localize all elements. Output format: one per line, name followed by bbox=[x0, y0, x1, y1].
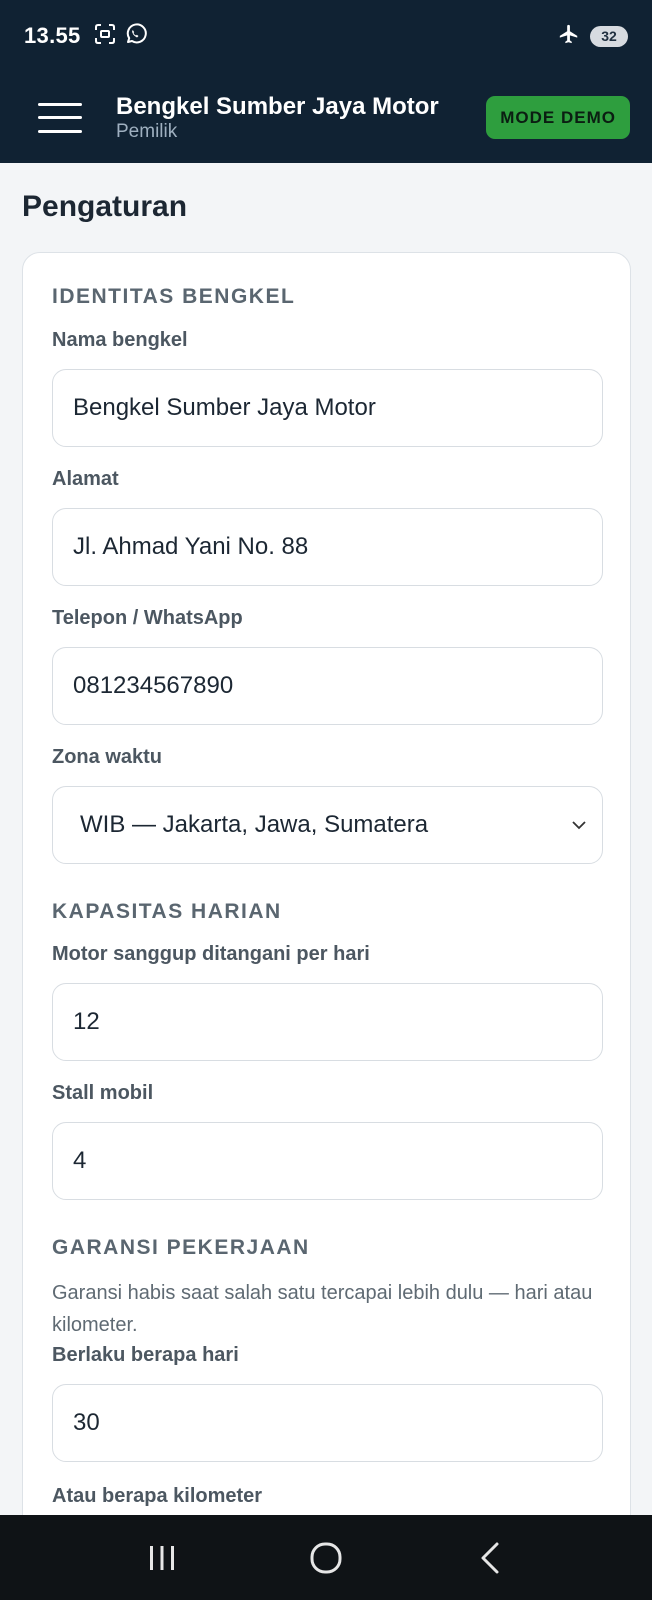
page-title: Pengaturan bbox=[22, 190, 188, 223]
demo-mode-button[interactable]: MODE DEMO bbox=[486, 96, 630, 139]
garansi-help-text: Garansi habis saat salah satu tercapai l… bbox=[52, 1282, 593, 1336]
battery-icon: 32 bbox=[590, 25, 628, 47]
label-motor-per-hari: Motor sanggup ditangani per hari bbox=[52, 943, 370, 965]
status-time: 13.55 bbox=[24, 23, 81, 48]
label-garansi-km: Atau berapa kilometer bbox=[52, 1485, 263, 1507]
app-title: Bengkel Sumber Jaya Motor bbox=[116, 92, 439, 120]
status-system-icons: 32 bbox=[558, 23, 628, 50]
label-stall-mobil: Stall mobil bbox=[52, 1082, 154, 1104]
input-garansi-hari[interactable] bbox=[52, 1384, 603, 1462]
app-subtitle-role: Pemilik bbox=[116, 120, 178, 142]
input-motor-per-hari[interactable] bbox=[52, 983, 603, 1061]
input-stall-mobil[interactable] bbox=[52, 1122, 603, 1200]
airplane-icon bbox=[558, 23, 580, 50]
select-zona-waktu[interactable]: WIB — Jakarta, Jawa, Sumatera bbox=[52, 786, 603, 864]
label-nama-bengkel: Nama bengkel bbox=[52, 329, 188, 351]
section-title-kapasitas: KAPASITAS HARIAN bbox=[52, 900, 282, 923]
input-telepon[interactable] bbox=[52, 647, 603, 725]
label-telepon: Telepon / WhatsApp bbox=[52, 607, 243, 629]
status-notification-icons bbox=[93, 22, 147, 51]
label-garansi-hari: Berlaku berapa hari bbox=[52, 1344, 239, 1366]
select-zona-waktu-value: WIB — Jakarta, Jawa, Sumatera bbox=[80, 811, 429, 838]
system-nav-bar bbox=[0, 1515, 652, 1600]
app-header: Bengkel Sumber Jaya Motor Pemilik MODE D… bbox=[0, 72, 652, 163]
recent-apps-icon[interactable] bbox=[132, 1528, 192, 1588]
label-zona-waktu: Zona waktu bbox=[52, 746, 163, 768]
section-title-identitas: IDENTITAS BENGKEL bbox=[52, 285, 296, 308]
app-titles: Bengkel Sumber Jaya Motor Pemilik bbox=[116, 93, 439, 143]
back-icon[interactable] bbox=[460, 1528, 520, 1588]
hamburger-menu-icon[interactable] bbox=[38, 102, 82, 133]
label-alamat: Alamat bbox=[52, 468, 119, 490]
section-title-garansi: GARANSI PEKERJAAN bbox=[52, 1236, 310, 1259]
screenshot-icon bbox=[93, 23, 117, 50]
input-alamat[interactable] bbox=[52, 508, 603, 586]
chevron-down-icon bbox=[570, 819, 588, 831]
settings-card: IDENTITAS BENGKEL Nama bengkel Alamat Te… bbox=[22, 252, 631, 1600]
status-bar: 13.55 32 bbox=[0, 0, 652, 72]
whatsapp-icon bbox=[123, 22, 147, 51]
input-nama-bengkel[interactable] bbox=[52, 369, 603, 447]
home-icon[interactable] bbox=[296, 1528, 356, 1588]
